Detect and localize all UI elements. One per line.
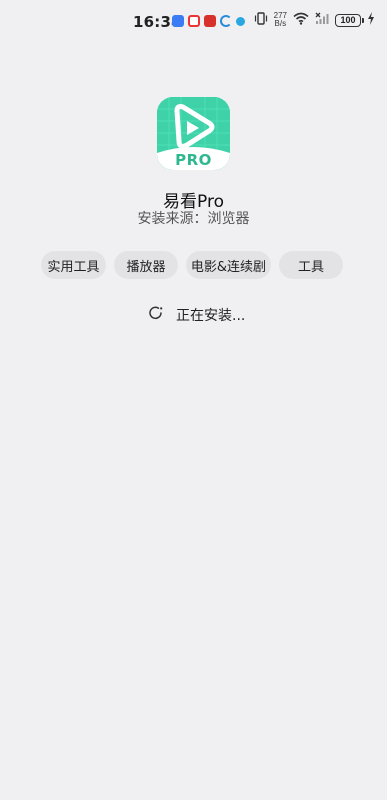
red-app-icon xyxy=(188,15,200,27)
install-source: 安装来源：浏览器 xyxy=(137,211,250,227)
install-progress: 正在安装... xyxy=(148,305,245,325)
net-speed: 277 B/s xyxy=(274,12,287,28)
tag-utility: 实用工具 xyxy=(41,251,106,279)
tag-movies-series: 电影&连续剧 xyxy=(186,251,271,279)
status-bar: 16:34 277 B/s 100 xyxy=(0,0,387,44)
charging-icon xyxy=(367,12,375,28)
tag-player: 播放器 xyxy=(114,251,178,279)
wifi-icon xyxy=(293,12,309,28)
progress-text: 正在安装... xyxy=(176,308,246,324)
vibrate-icon xyxy=(254,12,268,28)
system-icons: 277 B/s 100 xyxy=(254,12,375,28)
net-speed-unit: B/s xyxy=(274,19,287,28)
signal-icon xyxy=(315,12,329,28)
spinner-small-icon xyxy=(220,15,232,27)
notification-icons xyxy=(172,15,245,27)
category-tags: 实用工具 播放器 电影&连续剧 工具 xyxy=(41,251,343,279)
blue-app-icon xyxy=(172,15,184,27)
loading-spinner-icon xyxy=(148,305,164,325)
tag-tools: 工具 xyxy=(279,251,343,279)
red-badge-icon xyxy=(204,15,216,27)
globe-icon xyxy=(236,16,245,26)
battery-icon: 100 xyxy=(335,13,364,27)
app-icon-badge: PRO xyxy=(175,151,212,169)
app-icon: PRO xyxy=(157,97,230,170)
